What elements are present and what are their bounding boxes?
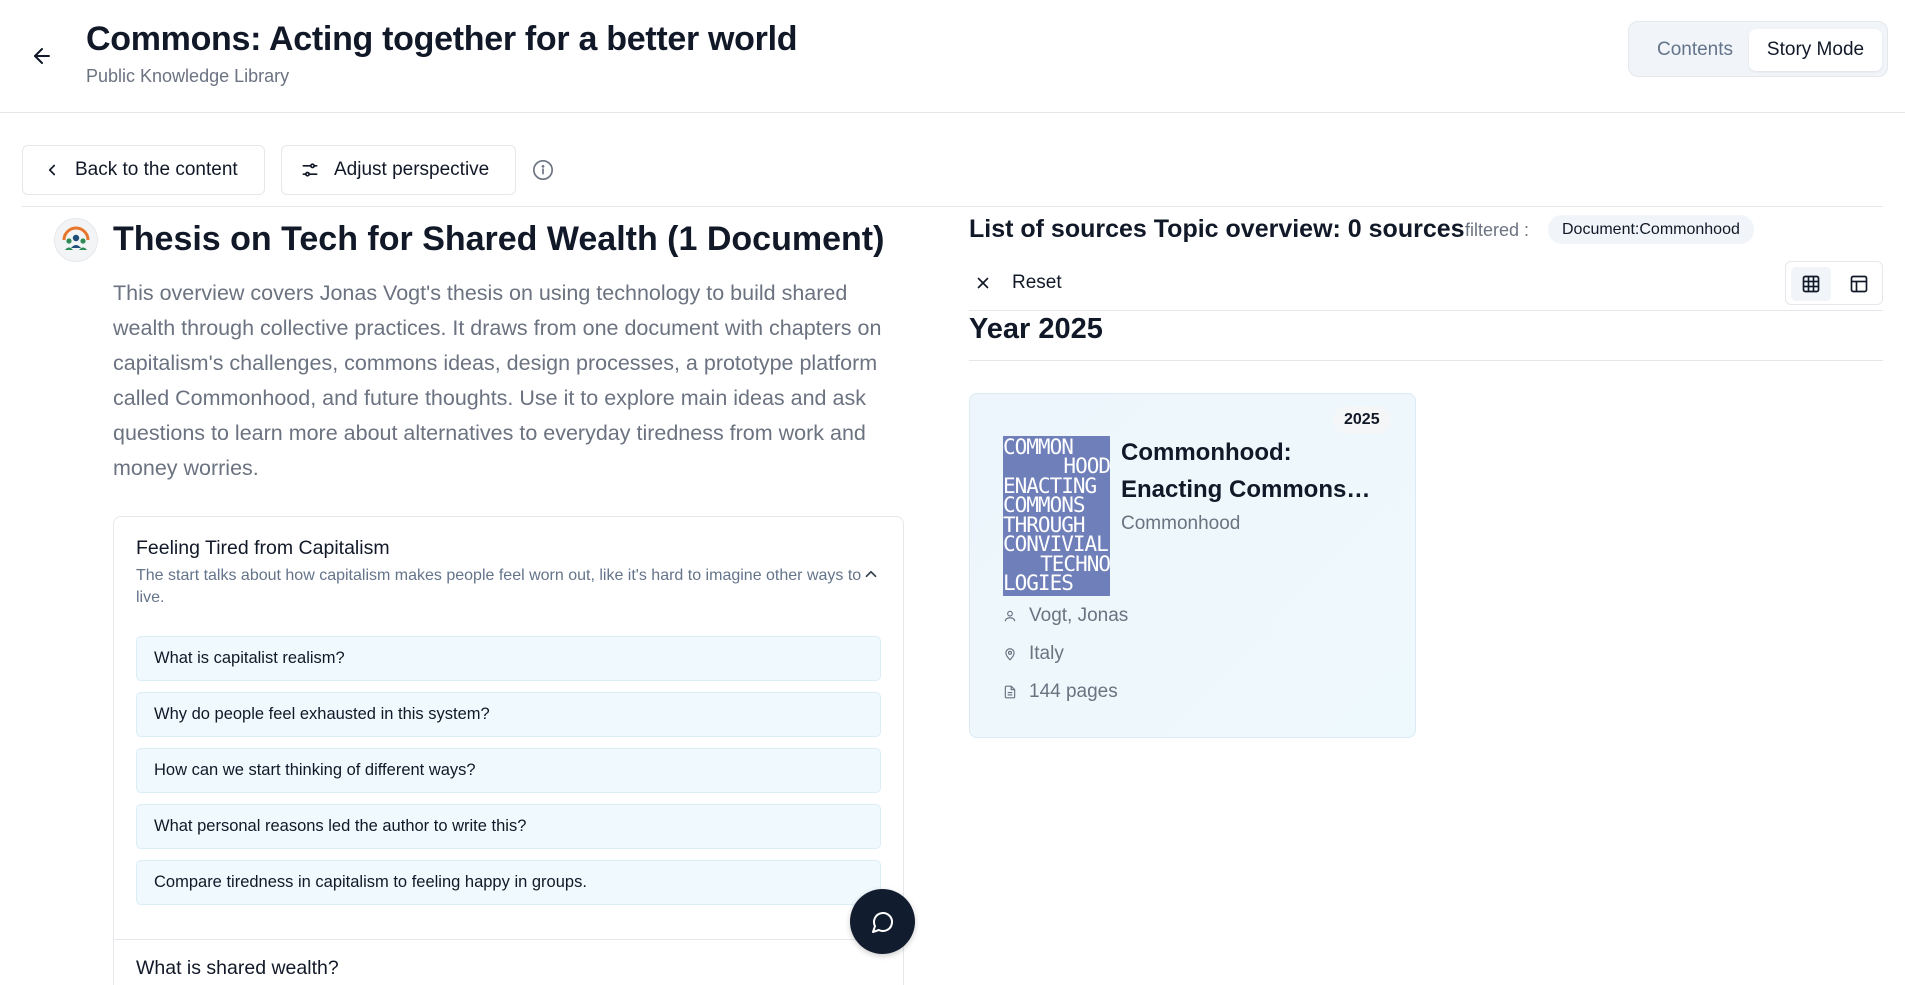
source-author: Vogt, Jonas — [1029, 605, 1129, 626]
topic-accordion: Feeling Tired from Capitalism The start … — [113, 516, 904, 985]
sources-title: List of sources Topic overview: 0 source… — [969, 215, 1465, 243]
source-location: Italy — [1029, 643, 1064, 664]
page-title: Commons: Acting together for a better wo… — [86, 20, 798, 58]
source-title[interactable]: Commonhood: Enacting Commons… — [1121, 434, 1381, 508]
year-badge: 2025 — [1333, 406, 1391, 434]
filtered-label: filtered : — [1465, 220, 1530, 240]
topic-description: This overview covers Jonas Vogt's thesis… — [113, 281, 882, 480]
reset-label: Reset — [1012, 272, 1062, 293]
filter-chip[interactable]: Document:Commonhood — [1548, 215, 1754, 244]
view-toggle — [1785, 261, 1883, 305]
divider — [114, 939, 903, 940]
topic-logo — [54, 218, 98, 262]
table-view-button[interactable] — [1839, 267, 1879, 301]
mode-switch: Contents Story Mode — [1628, 21, 1888, 77]
chevron-up-icon[interactable] — [862, 565, 880, 583]
chat-button[interactable] — [850, 889, 915, 954]
cover-text: LOGIES — [1003, 571, 1074, 595]
accordion-section-title[interactable]: What is shared wealth? — [136, 957, 339, 980]
topic-title: Thesis on Tech for Shared Wealth (1 Docu… — [113, 220, 885, 258]
grid-view-button[interactable] — [1791, 267, 1831, 301]
close-icon — [977, 277, 989, 289]
page-subtitle: Public Knowledge Library — [86, 66, 290, 86]
adjust-perspective-label: Adjust perspective — [334, 159, 490, 180]
question-chip[interactable]: How can we start thinking of different w… — [136, 748, 881, 793]
divider — [969, 310, 1883, 311]
user-icon — [1004, 610, 1016, 622]
book-cover: COMMON HOOD ENACTING COMMONS THROUGH CON… — [1003, 436, 1110, 596]
source-card[interactable]: 2025 COMMON HOOD ENACTING COMMONS THROUG… — [969, 393, 1416, 738]
question-chip[interactable]: Compare tiredness in capitalism to feeli… — [136, 860, 881, 905]
question-chip[interactable]: What personal reasons led the author to … — [136, 804, 881, 849]
source-pages-row: 144 pages — [1003, 681, 1118, 703]
year-heading: Year 2025 — [969, 313, 1103, 345]
source-author-row: Vogt, Jonas — [1003, 605, 1128, 627]
accordion-section-title[interactable]: Feeling Tired from Capitalism — [136, 537, 390, 560]
source-location-row: Italy — [1003, 643, 1064, 665]
app-header: Commons: Acting together for a better wo… — [0, 0, 1905, 113]
info-icon[interactable] — [532, 159, 554, 181]
divider — [22, 206, 1883, 207]
chat-icon — [871, 911, 893, 933]
back-to-content-label: Back to the content — [75, 159, 238, 180]
chevron-left-icon — [48, 164, 56, 176]
grid-icon — [1802, 275, 1820, 293]
tab-contents[interactable]: Contents — [1635, 29, 1755, 71]
question-chip[interactable]: What is capitalist realism? — [136, 636, 881, 681]
community-logo-icon — [62, 226, 90, 250]
reset-button[interactable]: Reset — [974, 268, 1062, 298]
sliders-icon — [302, 163, 318, 177]
back-to-content-button[interactable]: Back to the content — [22, 145, 265, 195]
arrow-left-icon[interactable] — [30, 44, 54, 68]
source-pages: 144 pages — [1029, 681, 1118, 702]
question-chip[interactable]: Why do people feel exhausted in this sys… — [136, 692, 881, 737]
divider — [969, 360, 1883, 361]
map-pin-icon — [1005, 648, 1015, 661]
file-icon — [1004, 685, 1016, 699]
adjust-perspective-button[interactable]: Adjust perspective — [281, 145, 516, 195]
source-publisher: Commonhood — [1121, 513, 1241, 534]
table-icon — [1850, 275, 1868, 293]
accordion-section-description: The start talks about how capitalism mak… — [136, 567, 862, 606]
tab-story-mode[interactable]: Story Mode — [1749, 29, 1882, 71]
